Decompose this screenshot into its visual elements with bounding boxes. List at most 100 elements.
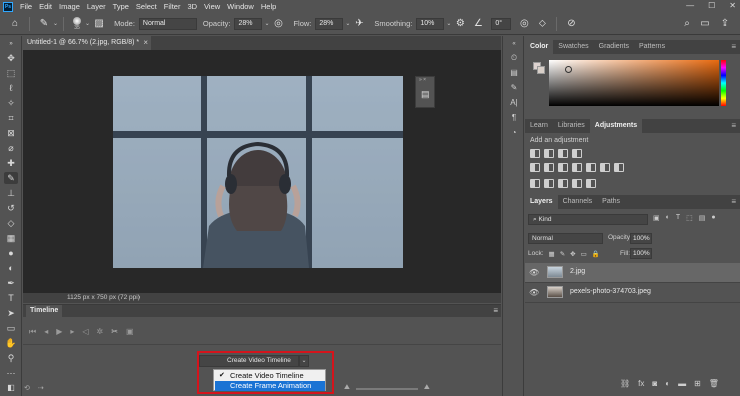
path-selection-tool-icon[interactable]: ➤ [4, 307, 18, 319]
dodge-tool-icon[interactable]: ◐ [4, 262, 18, 274]
play-icon[interactable]: ▶ [56, 327, 62, 336]
shape-filter-icon[interactable]: ⬚ [686, 214, 693, 222]
angle-field[interactable]: 0° [491, 17, 512, 30]
delete-layer-icon[interactable]: 🗑 [709, 379, 719, 388]
exposure-icon[interactable] [572, 149, 582, 158]
hue-slider[interactable] [721, 60, 726, 106]
gradient-map-icon[interactable] [572, 179, 582, 188]
color-balance-icon[interactable] [558, 163, 568, 172]
eye-icon[interactable]: 👁 [529, 268, 539, 277]
flow-field[interactable]: 28% [315, 17, 344, 30]
layer-opacity-field[interactable]: 100% [630, 233, 652, 244]
history-icon[interactable]: ⏲ [508, 52, 520, 64]
first-frame-icon[interactable]: ⏮ [29, 327, 36, 337]
close-icon[interactable]: ✕ [729, 1, 736, 10]
quick-select-tool-icon[interactable]: ✧ [4, 97, 18, 109]
share-icon[interactable]: ⇪ [716, 18, 734, 29]
character-icon[interactable]: A| [508, 97, 520, 109]
type-tool-icon[interactable]: T [4, 292, 18, 304]
minimize-icon[interactable]: — [686, 1, 694, 10]
panel-menu-icon[interactable]: ≡ [731, 195, 736, 209]
convert-icon[interactable]: ⟲ [24, 384, 30, 392]
rectangle-tool-icon[interactable]: ▭ [4, 322, 18, 334]
color-picker-cursor[interactable] [565, 66, 572, 73]
gradient-tool-icon[interactable]: ▦ [4, 232, 18, 244]
document-tab[interactable]: Untitled-1 @ 66.7% (2.jpg, RGB/8) * × [23, 36, 151, 50]
menu-edit[interactable]: Edit [39, 2, 52, 11]
tab-adjustments[interactable]: Adjustments [589, 119, 643, 133]
home-icon[interactable]: ⌂ [6, 18, 24, 29]
lock-pixels-icon[interactable]: ✎ [560, 250, 565, 258]
levels-icon[interactable] [544, 149, 554, 158]
clone-stamp-tool-icon[interactable]: ⊥ [4, 187, 18, 199]
history-brush-tool-icon[interactable]: ↺ [4, 202, 18, 214]
brush-presets-icon[interactable]: ✎ [508, 82, 520, 94]
settings-icon[interactable]: ✲ [97, 327, 104, 336]
tab-learn[interactable]: Learn [525, 119, 553, 133]
blend-mode-select[interactable]: Normal [528, 233, 603, 244]
glyphs-icon[interactable]: ◔ [508, 127, 520, 139]
properties-icon[interactable]: ▤ [508, 67, 520, 79]
new-adjustment-icon[interactable]: ◐ [665, 379, 670, 388]
eraser-tool-icon[interactable]: ◇ [4, 217, 18, 229]
healing-brush-tool-icon[interactable]: ✚ [4, 157, 18, 169]
menu-select[interactable]: Select [136, 2, 157, 11]
zoom-tool-icon[interactable]: ⚲ [4, 352, 18, 364]
menu-help[interactable]: Help [261, 2, 276, 11]
link-layers-icon[interactable]: ⛓ [620, 379, 630, 388]
maximize-icon[interactable]: ☐ [708, 1, 715, 10]
menu-layer[interactable]: Layer [87, 2, 106, 11]
previous-frame-icon[interactable]: ◂ [44, 327, 48, 336]
blur-tool-icon[interactable]: ● [4, 247, 18, 259]
add-mask-icon[interactable]: ◙ [652, 379, 657, 388]
move-tool-icon[interactable]: ✥ [4, 52, 18, 64]
lock-artboard-icon[interactable]: ▭ [581, 250, 587, 258]
workspace-icon[interactable]: ▭ [696, 18, 714, 29]
opacity-field[interactable]: 28% [234, 17, 263, 30]
smoothing-field[interactable]: 10% [416, 17, 445, 30]
brush-settings-panel-icon[interactable]: ⊘ [562, 18, 580, 29]
filter-toggle-icon[interactable]: ● [711, 214, 715, 222]
eye-icon[interactable]: 👁 [529, 288, 539, 297]
background-color-swatch[interactable] [537, 66, 545, 74]
fill-field[interactable]: 100% [630, 248, 652, 259]
more-tools-icon[interactable]: ⋯ [4, 367, 18, 379]
collapse-icon[interactable]: « [508, 38, 520, 50]
color-lookup-icon[interactable] [614, 163, 624, 172]
close-icon[interactable]: × [143, 36, 148, 50]
airbrush-icon[interactable]: ✈ [350, 18, 368, 29]
color-swatches-icon[interactable]: ◧ [4, 382, 18, 394]
color-picker-field[interactable] [549, 60, 719, 106]
option-create-frame-animation[interactable]: Create Frame Animation [215, 381, 325, 391]
brush-tool-icon[interactable]: ✎ [35, 18, 53, 29]
crop-tool-icon[interactable]: ⌗ [4, 112, 18, 124]
new-group-icon[interactable]: ▬ [678, 379, 686, 388]
selective-color-icon[interactable] [586, 179, 596, 188]
photo-filter-icon[interactable] [586, 163, 596, 172]
tab-layers[interactable]: Layers [525, 195, 558, 209]
menu-view[interactable]: View [204, 2, 220, 11]
menu-window[interactable]: Window [227, 2, 254, 11]
brightness-contrast-icon[interactable] [530, 149, 540, 158]
menu-image[interactable]: Image [59, 2, 80, 11]
curves-icon[interactable] [558, 149, 568, 158]
arrow-icon[interactable]: ⇢ [38, 384, 44, 392]
tab-swatches[interactable]: Swatches [553, 40, 593, 54]
smart-object-filter-icon[interactable]: ▤ [699, 214, 706, 222]
dropdown-arrow-icon[interactable]: ⌄ [53, 20, 58, 27]
panel-menu-icon[interactable]: ≡ [731, 119, 736, 133]
layer-row[interactable]: 👁 2.jpg [525, 263, 740, 283]
invert-icon[interactable] [530, 179, 540, 188]
mode-select[interactable]: Normal [138, 17, 197, 30]
transition-icon[interactable]: ▣ [126, 327, 134, 336]
menu-3d[interactable]: 3D [187, 2, 197, 11]
layer-row[interactable]: 👁 pexels-photo-374703.jpeg [525, 283, 740, 303]
lock-transparent-icon[interactable]: ▦ [549, 250, 555, 258]
brush-preset-picker[interactable]: 35 [69, 16, 85, 31]
channel-mixer-icon[interactable] [600, 163, 610, 172]
marquee-tool-icon[interactable]: ⬚ [4, 67, 18, 79]
pressure-opacity-icon[interactable]: ◎ [269, 18, 287, 29]
zoom-out-icon[interactable]: ⛰ [344, 384, 350, 392]
lock-all-icon[interactable]: 🔒 [592, 250, 600, 258]
zoom-in-icon[interactable]: ⛰ [424, 384, 430, 392]
